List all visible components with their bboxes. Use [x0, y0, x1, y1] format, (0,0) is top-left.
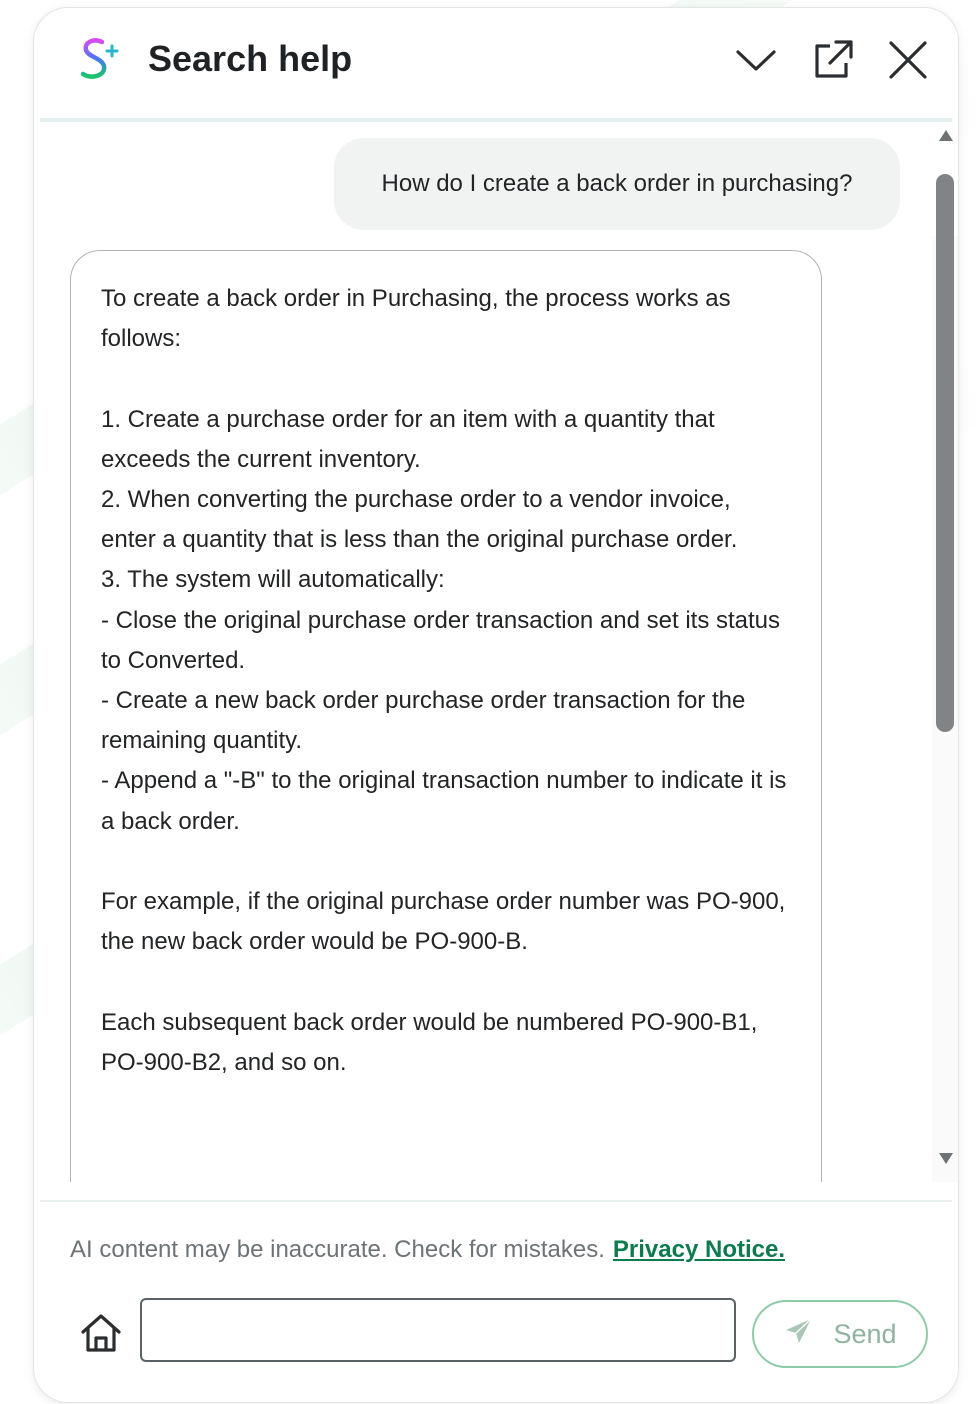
user-message-text: How do I create a back order in purchasi…	[381, 170, 853, 197]
close-icon[interactable]	[884, 36, 932, 84]
footer-divider	[40, 1200, 952, 1202]
ai-disclaimer: AI content may be inaccurate. Check for …	[70, 1236, 785, 1264]
home-icon[interactable]	[78, 1310, 124, 1356]
s-plus-logo-icon	[78, 34, 120, 84]
chat-area: How do I create a back order in purchasi…	[34, 122, 958, 1182]
chevron-down-icon[interactable]	[732, 36, 780, 84]
external-link-icon[interactable]	[808, 36, 856, 84]
ai-response-text: To create a back order in Purchasing, th…	[101, 285, 787, 1076]
search-help-panel: Search help How do I create a back order…	[34, 8, 958, 1402]
privacy-notice-link[interactable]: Privacy Notice.	[613, 1236, 785, 1263]
scroll-up-arrow-icon[interactable]	[936, 126, 956, 144]
panel-title: Search help	[148, 38, 353, 79]
send-icon	[783, 1315, 815, 1354]
disclaimer-text: AI content may be inaccurate. Check for …	[70, 1236, 605, 1263]
ai-response-bubble: To create a back order in Purchasing, th…	[70, 250, 822, 1182]
user-message-bubble: How do I create a back order in purchasi…	[334, 138, 900, 230]
panel-header: Search help	[34, 8, 958, 118]
send-button[interactable]: Send	[752, 1300, 928, 1368]
scrollbar-thumb[interactable]	[936, 174, 954, 732]
send-label: Send	[833, 1318, 897, 1349]
scroll-down-arrow-icon[interactable]	[936, 1150, 956, 1168]
question-input[interactable]	[140, 1298, 736, 1362]
